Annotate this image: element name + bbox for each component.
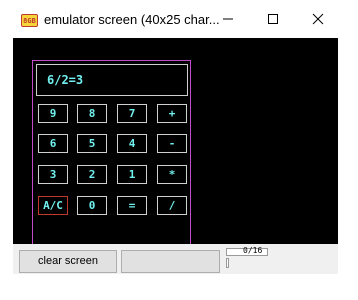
app-icon: 8GB [21, 14, 38, 27]
emulator-window: 8GB emulator screen (40x25 char... 6/2=3… [0, 0, 358, 300]
minimize-button[interactable] [208, 4, 248, 34]
key-4[interactable]: 4 [117, 134, 147, 153]
key-2[interactable]: 2 [77, 165, 107, 184]
key-6[interactable]: 6 [38, 134, 68, 153]
key-5[interactable]: 5 [77, 134, 107, 153]
key-plus[interactable]: + [157, 104, 187, 123]
key-9[interactable]: 9 [38, 104, 68, 123]
maximize-button[interactable] [253, 4, 293, 34]
counter-label: 0/16 [243, 246, 263, 255]
key-1[interactable]: 1 [117, 165, 147, 184]
scrollbar-handle[interactable] [226, 258, 229, 268]
calculator-display: 6/2=3 [36, 64, 188, 96]
title-bar[interactable]: 8GB emulator screen (40x25 char... [0, 0, 358, 38]
key-minus[interactable]: - [157, 134, 187, 153]
emulator-screen[interactable]: 6/2=3 9 8 7 + 6 5 4 - 3 2 1 * A/C 0 = / [13, 38, 338, 246]
key-divide[interactable]: / [157, 196, 187, 215]
key-equals[interactable]: = [117, 196, 147, 215]
key-8[interactable]: 8 [77, 104, 107, 123]
clear-screen-button[interactable]: clear screen [19, 250, 117, 273]
key-3[interactable]: 3 [38, 165, 68, 184]
blank-button[interactable] [121, 250, 220, 273]
minimize-icon [223, 18, 233, 20]
close-icon [312, 13, 324, 25]
key-multiply[interactable]: * [157, 165, 187, 184]
maximize-icon [268, 14, 278, 24]
key-0[interactable]: 0 [77, 196, 107, 215]
window-title: emulator screen (40x25 char... [44, 12, 220, 27]
key-all-clear[interactable]: A/C [38, 196, 68, 215]
close-button[interactable] [298, 4, 338, 34]
key-7[interactable]: 7 [117, 104, 147, 123]
